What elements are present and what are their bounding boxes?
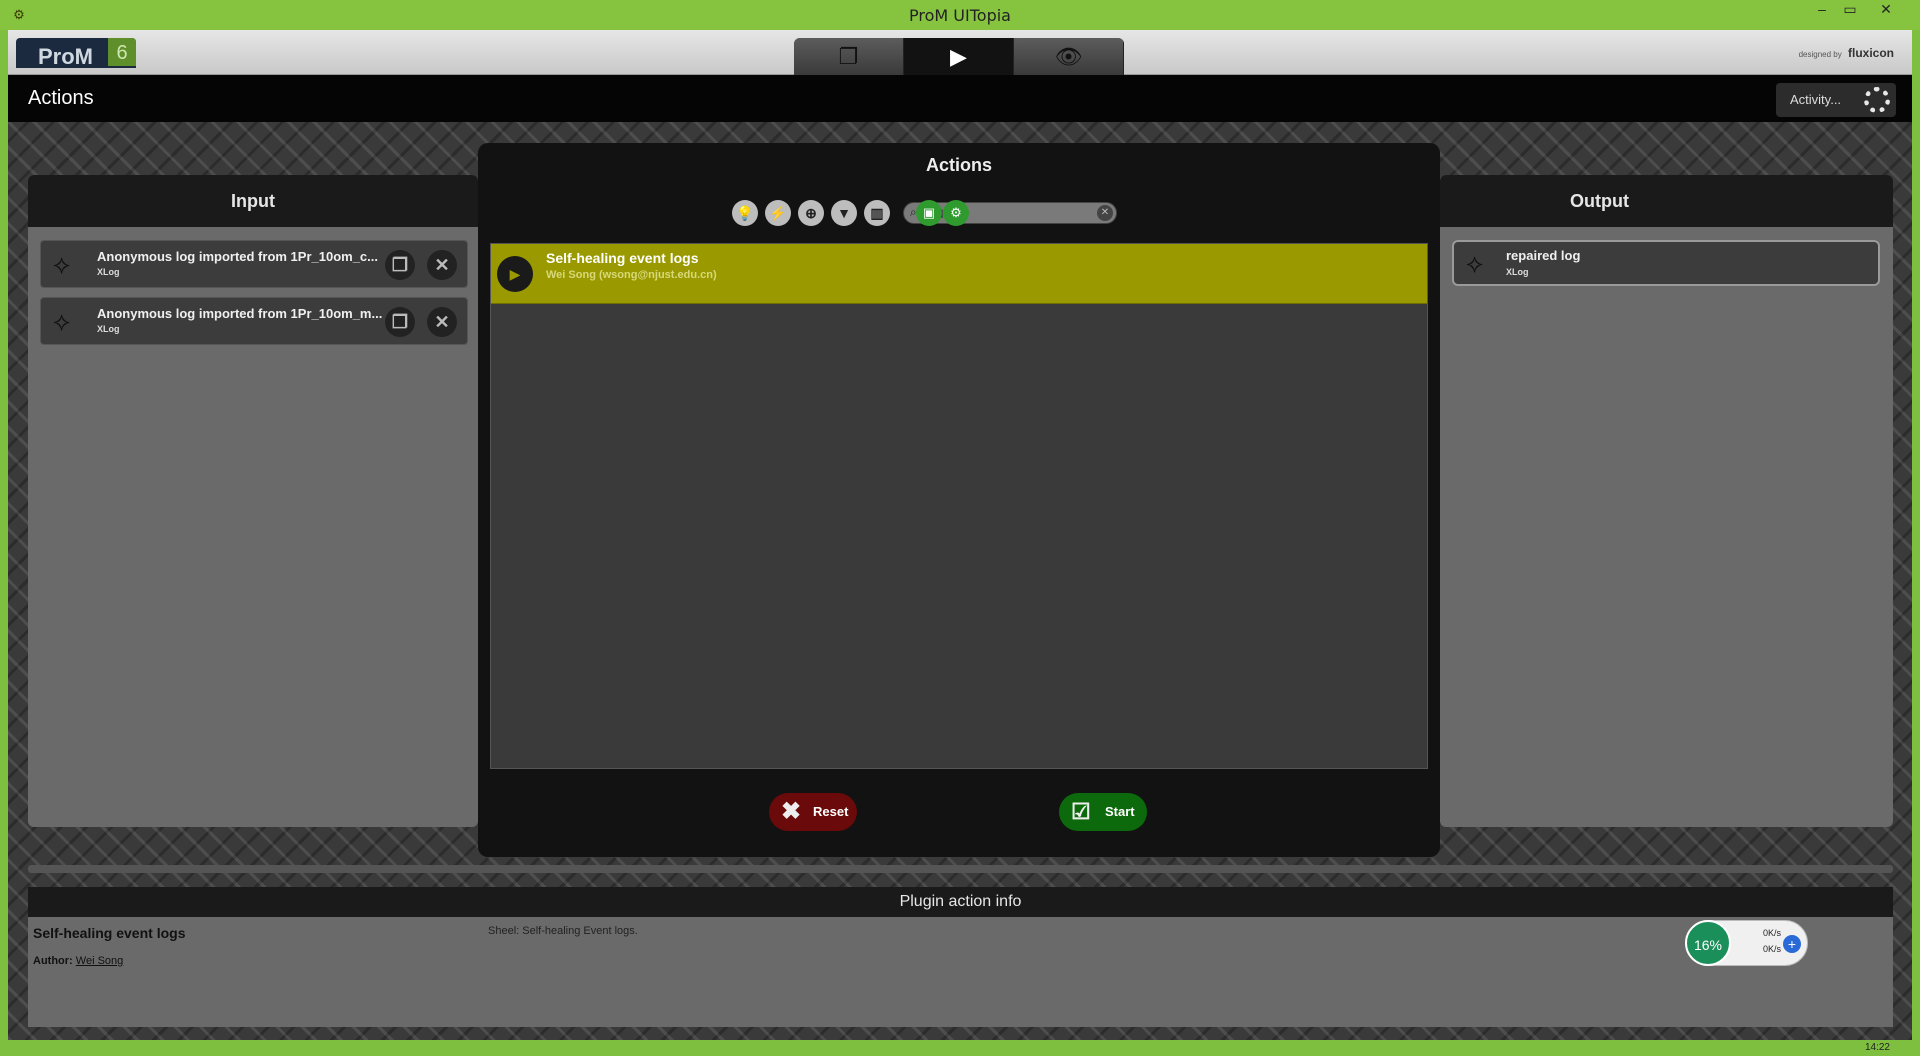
info-author: Author: Wei Song (33, 955, 123, 967)
list-item[interactable]: ▶ Self-healing event logs Wei Song (wson… (491, 244, 1427, 304)
clear-search-icon[interactable]: ✕ (1097, 205, 1113, 221)
output-panel: Output ⟡ repaired log XLog (1440, 175, 1893, 827)
info-description: Sheel: Self-healing Event logs. (488, 925, 638, 937)
play-icon: ▶ (950, 43, 967, 69)
remove-icon[interactable]: ✕ (427, 307, 457, 337)
page-title: Actions (28, 87, 94, 109)
plugin-name: Self-healing event logs (546, 250, 699, 266)
output-item-name: repaired log (1506, 248, 1581, 263)
chart-icon[interactable]: ▥ (864, 200, 890, 226)
network-speed-widget[interactable]: 16% 0K/s 0K/s + (1685, 920, 1808, 966)
plugin-list: ▶ Self-healing event logs Wei Song (wson… (490, 243, 1428, 769)
input-item-type: XLog (97, 267, 120, 277)
dialog-title: Actions (925, 155, 992, 175)
tab-views[interactable]: 👁 (1014, 38, 1124, 75)
activity-label: Activity... (1790, 92, 1842, 107)
input-item-name: Anonymous log imported from 1Pr_10om_c..… (97, 249, 378, 264)
window-controls: – ▭ ✕ (1808, 0, 1908, 22)
plugin-info-panel: Plugin action info Self-healing event lo… (28, 887, 1893, 1027)
cpu-percent: 16% (1685, 920, 1731, 966)
visualizer-filter-icon[interactable]: ▣ (916, 200, 942, 226)
start-button[interactable]: ☑ Start (1059, 793, 1147, 831)
pages-icon: ❐ (838, 43, 859, 69)
top-toolbar: ProM 6 ❐ ▶ 👁 designed by fluxicon (8, 30, 1912, 75)
author-link[interactable]: Wei Song (76, 955, 124, 967)
eye-icon: 👁 (1054, 43, 1083, 69)
lightning-icon[interactable]: ⚡ (765, 200, 791, 226)
info-splitter[interactable] (28, 865, 1893, 873)
designed-by-text: designed by (1798, 50, 1842, 59)
logo-text: ProM (38, 44, 93, 68)
plugin-info-title: Plugin action info (28, 887, 1893, 917)
plugin-filter-icon[interactable]: ⚙ (943, 200, 969, 226)
gear-icon (1864, 87, 1890, 113)
input-panel-title: Input (28, 175, 478, 227)
input-panel: Input ⟡ Anonymous log imported from 1Pr_… (28, 175, 478, 827)
view-header: Actions Activity... (8, 75, 1912, 122)
prom-logo: ProM 6 (16, 38, 136, 68)
log-node-icon: ⟡ (53, 306, 71, 336)
reset-button[interactable]: ✖ Reset (769, 793, 857, 831)
input-item-type: XLog (97, 324, 120, 334)
logo-version: 6 (108, 38, 136, 66)
tab-actions[interactable]: ▶ (904, 38, 1014, 75)
input-item[interactable]: ⟡ Anonymous log imported from 1Pr_10om_c… (40, 240, 468, 288)
taskbar: 14:22 (0, 1040, 1920, 1056)
lightbulb-icon[interactable]: 💡 (732, 200, 758, 226)
maximize-button[interactable]: ▭ (1836, 0, 1864, 20)
copy-icon[interactable]: ❐ (385, 250, 415, 280)
plus-icon[interactable]: + (1783, 935, 1801, 953)
remove-icon[interactable]: ✕ (427, 250, 457, 280)
window-titlebar: ⚙ ProM UITopia – ▭ ✕ (0, 0, 1920, 30)
actions-dialog: Actions 💡 ⚡ ⊕ ▼ ▥ ⌕ ✕ ▣ ⚙ ▶ Self-healing… (478, 143, 1440, 857)
plugin-play-icon: ▶ (497, 256, 533, 292)
input-item[interactable]: ⟡ Anonymous log imported from 1Pr_10om_m… (40, 297, 468, 345)
output-item[interactable]: ⟡ repaired log XLog (1452, 240, 1880, 286)
copy-icon[interactable]: ❐ (385, 307, 415, 337)
minimize-button[interactable]: – (1808, 0, 1836, 20)
log-node-icon: ⟡ (1466, 248, 1484, 278)
author-label: Author: (33, 955, 73, 967)
taskbar-clock: 14:22 (1864, 1042, 1890, 1053)
close-button[interactable]: ✕ (1864, 0, 1908, 20)
upload-rate: 0K/s (1763, 928, 1782, 938)
close-icon: ✖ (781, 798, 802, 825)
view-tabs: ❐ ▶ 👁 (794, 38, 1124, 75)
filter-icon[interactable]: ▼ (831, 200, 857, 226)
plugin-author: Wei Song (wsong@njust.edu.cn) (546, 269, 717, 281)
prom-app-icon: ⚙ (13, 7, 25, 22)
reset-label: Reset (813, 804, 849, 819)
output-panel-title: Output (1440, 175, 1893, 227)
window-title: ProM UITopia (909, 5, 1011, 25)
input-item-name: Anonymous log imported from 1Pr_10om_m..… (97, 306, 383, 321)
checkbox-icon: ☑ (1071, 799, 1091, 824)
output-item-type: XLog (1506, 267, 1529, 277)
start-label: Start (1105, 804, 1135, 819)
add-circle-icon[interactable]: ⊕ (798, 200, 824, 226)
log-node-icon: ⟡ (53, 249, 71, 279)
designed-by-credit: designed by fluxicon (1799, 46, 1894, 60)
activity-button[interactable]: Activity... (1776, 83, 1896, 117)
filter-toolbar: 💡 ⚡ ⊕ ▼ ▥ (732, 200, 890, 226)
tab-workspace[interactable]: ❐ (794, 38, 904, 75)
designer-name: fluxicon (1847, 46, 1894, 60)
download-rate: 0K/s (1763, 944, 1782, 954)
info-plugin-name: Self-healing event logs (33, 925, 186, 941)
